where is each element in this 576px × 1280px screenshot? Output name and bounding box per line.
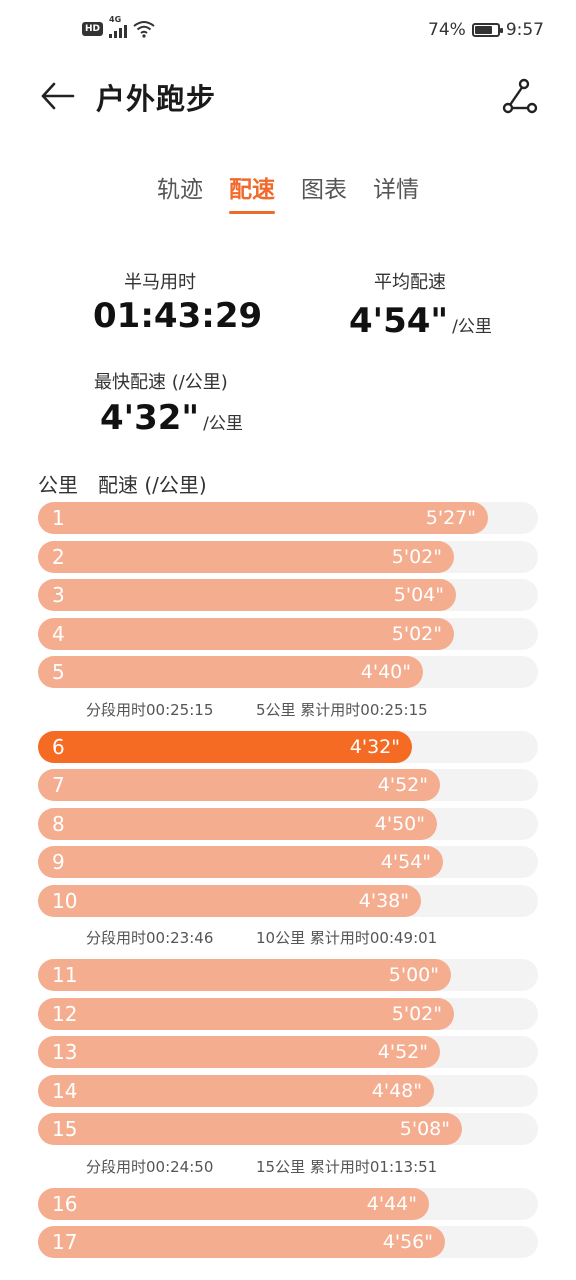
split-cumulative-time: 15公里 累计用时01:13:51 (256, 1157, 438, 1176)
pace-row: 15 5'08" (38, 1113, 538, 1145)
network-type: 4G (109, 15, 122, 24)
km-number: 3 (52, 583, 65, 607)
status-icons-left: HD 4G (82, 15, 155, 38)
pace-row: 2 5'02" (38, 540, 538, 573)
fastest-pace-value: 4'32"/公里 (100, 398, 243, 438)
fastest-pace-label: 最快配速 (/公里) (94, 372, 228, 393)
pace-row: 7 4'52" (38, 769, 538, 801)
battery-percent: 74% (428, 20, 466, 40)
fastest-pace-number: 4'32" (100, 398, 200, 438)
pace-value: 4'54" (380, 851, 431, 873)
km-number: 2 (52, 544, 65, 569)
km-number: 6 (52, 734, 65, 759)
pace-value: 4'52" (377, 774, 428, 796)
pace-row: 13 4'52" (38, 1036, 538, 1068)
avg-pace-value: 4'54"/公里 (349, 301, 492, 341)
km-number: 15 (52, 1117, 78, 1141)
pace-row: 17 4'56" (38, 1226, 538, 1258)
pace-list: 1 5'27" 2 5'02" 3 5'04" 4 5'02" 5 4'40" 分段用时00:25:… (38, 502, 538, 1265)
tab-track[interactable]: 轨迹 (157, 170, 203, 214)
km-number: 12 (52, 1001, 78, 1026)
pace-value: 5'00" (388, 964, 439, 986)
km-number: 5 (52, 660, 65, 684)
pace-row: 11 5'00" (38, 959, 538, 991)
half-marathon-label: 半马用时 (124, 272, 196, 293)
pace-value: 4'52" (377, 1041, 428, 1063)
km-number: 14 (52, 1078, 78, 1103)
pace-bar (38, 1113, 462, 1145)
split-segment-time: 分段用时00:25:15 (86, 700, 214, 719)
km-number: 9 (52, 850, 65, 874)
wifi-icon (133, 21, 155, 38)
pace-value: 5'02" (391, 622, 442, 645)
km-number: 16 (52, 1191, 78, 1216)
avg-pace-label: 平均配速 (374, 272, 446, 293)
pace-value: 5'02" (391, 1002, 442, 1025)
hd-badge: HD (82, 22, 104, 36)
status-bar: HD 4G 74% 9:57 (0, 0, 576, 62)
km-number: 13 (52, 1040, 78, 1064)
split-cumulative-time: 10公里 累计用时00:49:01 (256, 929, 438, 947)
tab-bar: 轨迹 配速 图表 详情 (0, 170, 576, 214)
pace-bar (38, 502, 488, 534)
km-number: 10 (52, 888, 78, 913)
tab-pace[interactable]: 配速 (229, 170, 275, 214)
km-number: 4 (52, 621, 65, 646)
km-number: 8 (52, 811, 65, 836)
pace-row: 4 5'02" (38, 617, 538, 650)
pace-row: 5 4'40" (38, 656, 538, 688)
km-number: 11 (52, 963, 78, 987)
km-number: 17 (52, 1230, 78, 1254)
split-segment-time: 分段用时00:24:50 (86, 1157, 214, 1176)
pace-row: 12 5'02" (38, 997, 538, 1030)
km-number: 1 (52, 506, 65, 530)
split-cumulative-time: 5公里 累计用时00:25:15 (256, 700, 428, 719)
tab-details[interactable]: 详情 (373, 170, 419, 214)
tab-chart[interactable]: 图表 (301, 170, 347, 214)
avg-pace-number: 4'54" (349, 301, 449, 341)
pace-row: 3 5'04" (38, 579, 538, 611)
share-icon[interactable] (500, 78, 540, 114)
page-title: 户外跑步 (96, 82, 217, 116)
split-summary: 分段用时00:23:46 10公里 累计用时00:49:01 (38, 923, 538, 959)
pace-row: 10 4'38" (38, 884, 538, 917)
pace-value: 4'32" (349, 735, 400, 758)
split-summary: 分段用时00:24:50 15公里 累计用时01:13:51 (38, 1152, 538, 1188)
pace-value: 4'48" (371, 1079, 422, 1102)
pace-value: 5'02" (391, 545, 442, 568)
pace-column-header: 配速 (/公里) (98, 473, 207, 497)
pace-value: 4'56" (382, 1231, 433, 1253)
pace-row: 14 4'48" (38, 1074, 538, 1107)
pace-row: 9 4'54" (38, 846, 538, 878)
back-arrow-icon[interactable] (38, 78, 78, 114)
split-segment-time: 分段用时00:23:46 (86, 929, 214, 947)
pace-value: 4'50" (374, 812, 425, 835)
battery-icon (471, 23, 503, 37)
pace-value: 5'08" (399, 1118, 450, 1140)
pace-row: 16 4'44" (38, 1187, 538, 1220)
fastest-pace-unit: /公里 (203, 414, 243, 434)
pace-row: 8 4'50" (38, 807, 538, 840)
pace-value: 4'40" (360, 661, 411, 683)
half-marathon-value: 01:43:29 (93, 296, 263, 336)
km-column-header: 公里 (38, 473, 78, 497)
status-icons-right: 74% 9:57 (428, 20, 544, 40)
pace-list-header: 公里 配速 (/公里) (38, 469, 227, 498)
pace-row: 6 4'32" (38, 730, 538, 763)
pace-value: 4'44" (366, 1192, 417, 1215)
signal-icon: 4G (109, 15, 128, 38)
km-number: 7 (52, 773, 65, 797)
pace-value: 4'38" (358, 889, 409, 912)
pace-value: 5'27" (425, 507, 476, 529)
pace-value: 5'04" (393, 584, 444, 606)
avg-pace-unit: /公里 (452, 317, 492, 337)
pace-row: 1 5'27" (38, 502, 538, 534)
clock: 9:57 (505, 20, 544, 40)
split-summary: 分段用时00:25:15 5公里 累计用时00:25:15 (38, 695, 538, 731)
